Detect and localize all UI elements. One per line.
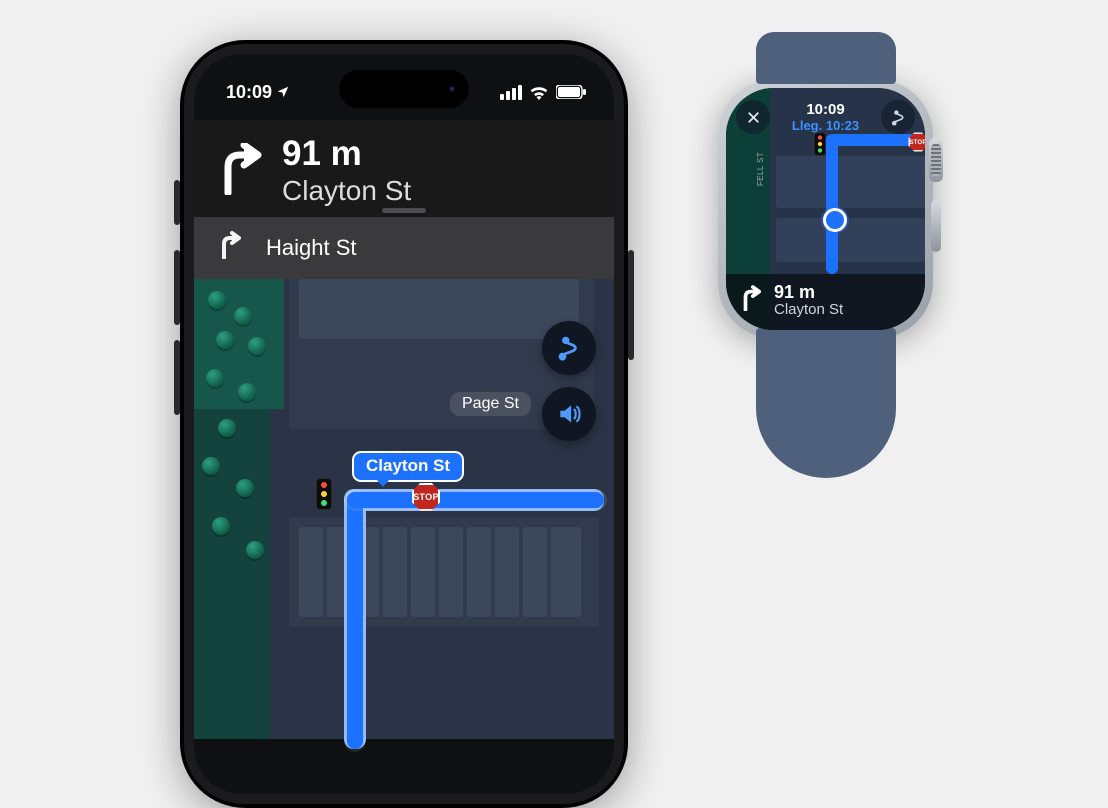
tree-icon <box>212 517 230 535</box>
audio-guidance-button[interactable] <box>542 387 596 441</box>
tree-icon <box>218 419 236 437</box>
turn-right-icon <box>218 143 262 200</box>
phone-volume-down-button <box>174 340 180 415</box>
tree-icon <box>216 331 234 349</box>
location-services-icon <box>276 85 290 99</box>
iphone-device: 10:09 <box>180 40 628 808</box>
digital-crown <box>929 138 943 182</box>
dynamic-island <box>339 70 469 108</box>
status-time: 10:09 <box>226 82 272 103</box>
phone-map[interactable]: STOP Clayton St Page St <box>194 279 614 739</box>
watch-direction-street: Clayton St <box>774 301 843 318</box>
battery-icon <box>556 85 586 99</box>
watch-side-button <box>931 200 941 252</box>
direction-street: Clayton St <box>282 175 411 207</box>
next-direction-row[interactable]: Haight St <box>194 217 614 279</box>
watch-direction-banner[interactable]: 91 m Clayton St <box>726 274 925 330</box>
tree-icon <box>208 291 226 309</box>
watch-band <box>756 328 896 478</box>
watch-screen: STOP PAGE ST FELL ST 10:09 Lleg. 10:23 <box>726 88 925 330</box>
tree-icon <box>238 383 256 401</box>
apple-watch-device: STOP PAGE ST FELL ST 10:09 Lleg. 10:23 <box>718 80 933 338</box>
tree-icon <box>234 307 252 325</box>
close-button[interactable] <box>736 100 770 134</box>
phone-power-button <box>628 250 634 360</box>
turn-right-icon <box>218 231 242 265</box>
tree-icon <box>246 541 264 559</box>
cellular-signal-icon <box>500 85 522 100</box>
tree-icon <box>202 457 220 475</box>
cross-street-label: Page St <box>450 392 531 416</box>
traffic-light-icon <box>316 478 332 510</box>
eta-prefix: Lleg. <box>792 118 822 133</box>
tree-icon <box>206 369 224 387</box>
watch-time: 10:09 <box>792 101 859 118</box>
route-overview-button[interactable] <box>542 321 596 375</box>
current-location-dot <box>823 208 847 232</box>
tree-icon <box>248 337 266 355</box>
watch-status: 10:09 Lleg. 10:23 <box>792 101 859 133</box>
route-street-label: Clayton St <box>352 451 464 482</box>
route-overview-button[interactable] <box>881 100 915 134</box>
phone-screen: 10:09 <box>194 54 614 794</box>
wifi-icon <box>529 85 549 100</box>
phone-side-button <box>174 180 180 225</box>
turn-right-icon <box>740 285 762 316</box>
direction-distance: 91 m <box>282 136 411 173</box>
watch-band <box>756 32 896 84</box>
direction-banner[interactable]: 91 m Clayton St <box>194 120 614 217</box>
street-label-fell: FELL ST <box>756 152 765 186</box>
sheet-grabber[interactable] <box>382 208 426 213</box>
stop-sign-icon: STOP <box>412 483 440 511</box>
phone-volume-up-button <box>174 250 180 325</box>
tree-icon <box>236 479 254 497</box>
watch-direction-distance: 91 m <box>774 283 843 301</box>
next-direction-street: Haight St <box>266 235 357 261</box>
eta-time: 10:23 <box>826 118 859 133</box>
